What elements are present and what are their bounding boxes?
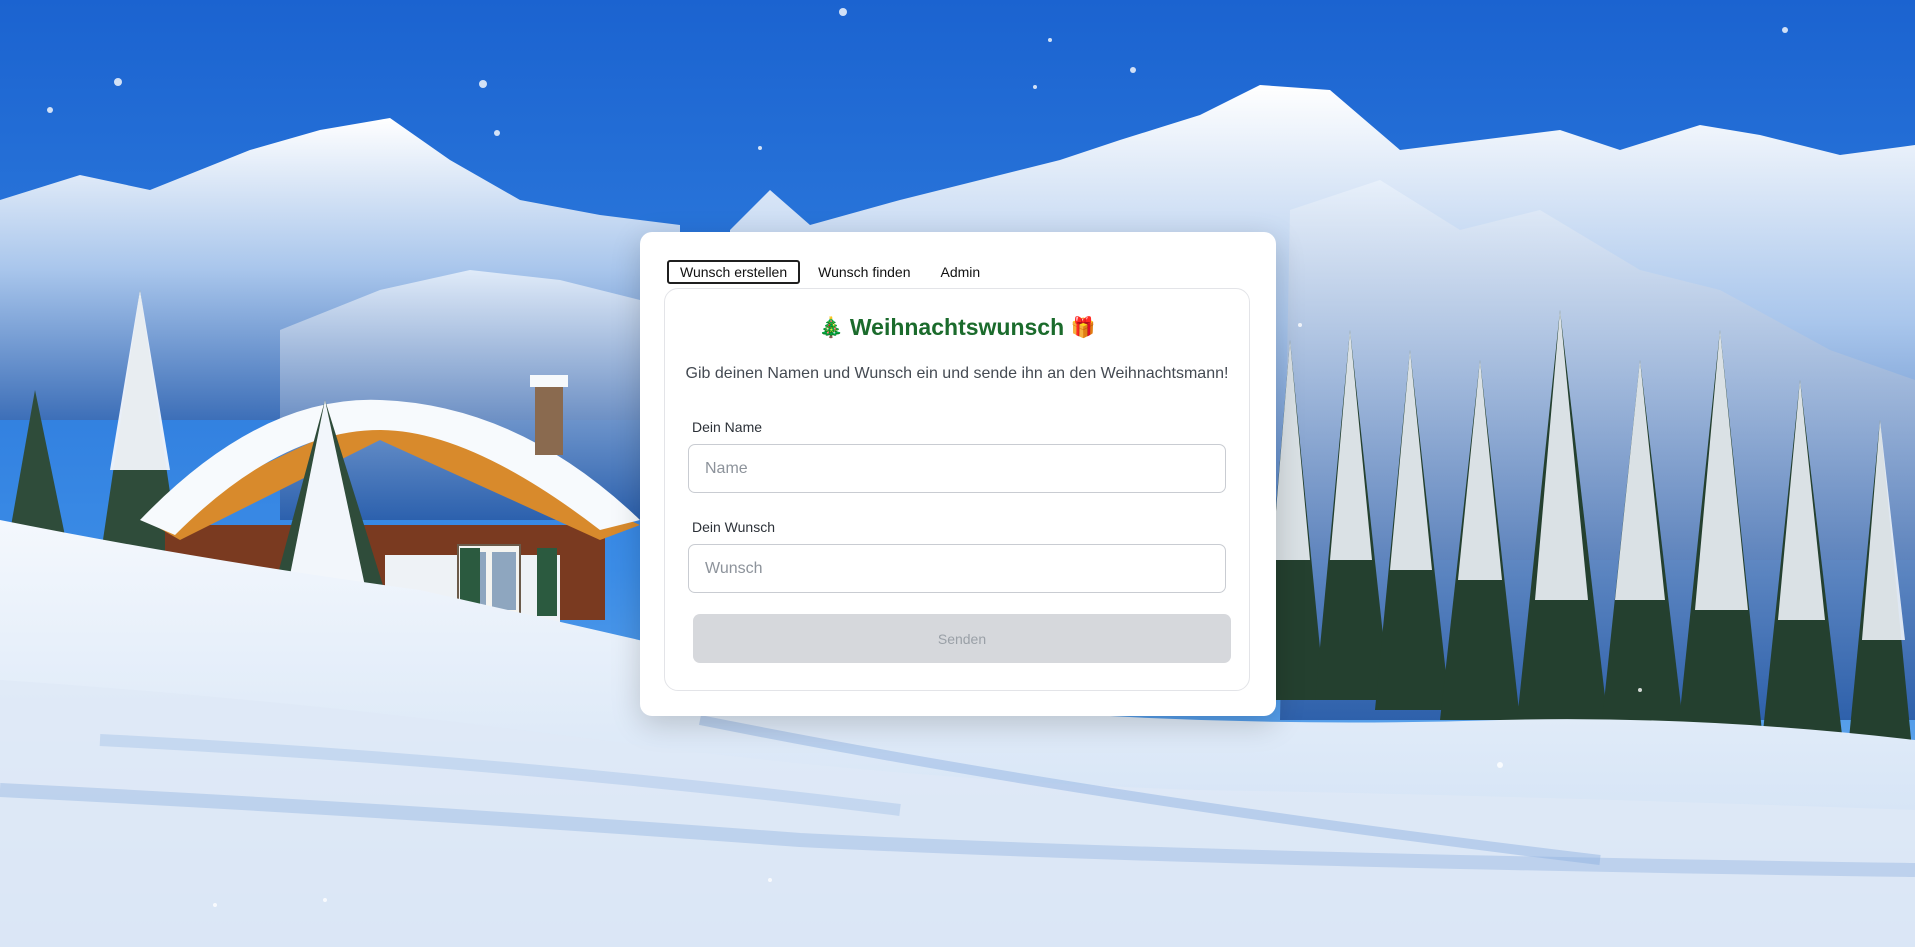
- tab-wunsch-erstellen[interactable]: Wunsch erstellen: [667, 260, 801, 284]
- christmas-tree-icon: 🎄: [818, 317, 844, 339]
- tab-wunsch-finden[interactable]: Wunsch finden: [806, 260, 922, 284]
- wish-card: Wunsch erstellen Wunsch finden Admin 🎄 W…: [640, 232, 1276, 716]
- form-title: 🎄 Weihnachtswunsch 🎁: [665, 314, 1249, 341]
- wish-form-panel: 🎄 Weihnachtswunsch 🎁 Gib deinen Namen un…: [664, 288, 1250, 691]
- form-title-text: Weihnachtswunsch: [849, 314, 1065, 340]
- wish-input[interactable]: [688, 544, 1226, 593]
- name-input[interactable]: [688, 444, 1226, 493]
- name-label: Dein Name: [692, 419, 763, 435]
- gift-icon: 🎁: [1070, 317, 1096, 339]
- tab-bar: Wunsch erstellen Wunsch finden Admin: [667, 260, 992, 284]
- wish-label: Dein Wunsch: [692, 519, 776, 535]
- send-button[interactable]: Senden: [693, 614, 1231, 663]
- tab-admin[interactable]: Admin: [929, 260, 993, 284]
- form-subtitle: Gib deinen Namen und Wunsch ein und send…: [685, 365, 1229, 382]
